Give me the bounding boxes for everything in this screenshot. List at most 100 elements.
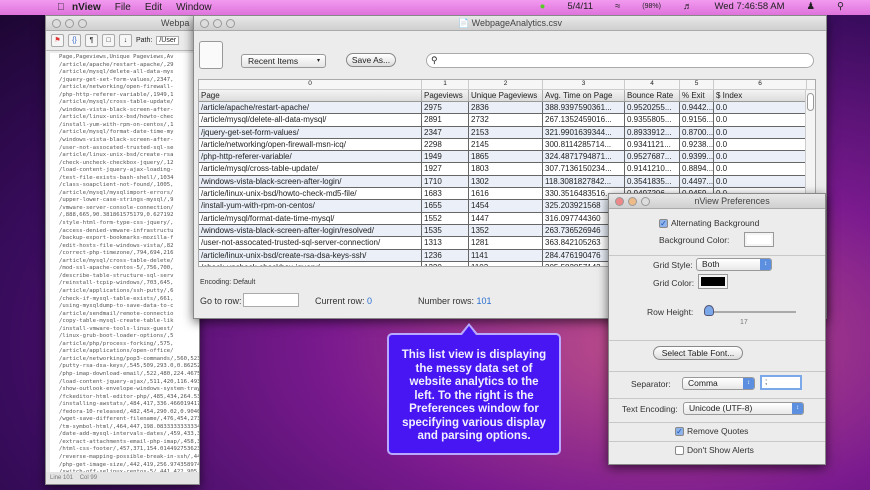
battery-indicator[interactable]: (98%) [642,3,661,10]
grid-color-well[interactable] [698,274,728,289]
date-display[interactable]: 5/4/11 [567,1,593,12]
separator-select[interactable]: Comma ↕ [682,377,755,390]
table-row[interactable]: /article/apache/restart-apache/2975 2836 3… [199,102,815,115]
menu-app[interactable]: nView [72,2,101,13]
text-line: /article/apache/restart-apache/,29 [59,61,174,68]
table-row[interactable]: /article/mysql/cross-table-update/1927 18… [199,163,815,176]
column-header[interactable]: Avg. Time on Page [543,90,625,101]
lock-icon[interactable]: □ [102,34,115,47]
current-row-label: Current row: [315,296,365,306]
column-header[interactable]: Pageviews [422,90,469,101]
alternating-background-checkbox[interactable]: ✓ Alternating Background [659,218,759,229]
background-color-well[interactable] [744,232,774,247]
table-cell: 0.3541835... [625,175,680,188]
table-cell: /install-yum-with-rpm-on-centos/ [199,200,422,212]
table-cell: 2891 [422,114,469,126]
select-table-font-button[interactable]: Select Table Font... [653,346,743,360]
column-header[interactable]: % Exit [680,90,714,101]
text-line: /article/mysql/format-date-time-my [59,129,174,136]
text-line: /install-vmware-tools-linux-guest/ [59,325,174,332]
close-button[interactable] [615,197,624,206]
path-field[interactable]: /User [156,36,180,45]
search-icon: ⚲ [431,55,438,65]
status-dot-icon[interactable]: ● [540,1,546,12]
user-icon[interactable]: ♟ [807,1,816,12]
zoom-button[interactable] [226,19,235,28]
text-line: /date-add-mysql-intervals-dates/,459,433… [59,431,199,438]
clock[interactable]: Wed 7:46:58 AM [714,1,784,12]
text-line: /load-content-jquery-ajax-loading- [59,167,174,174]
spotlight-icon[interactable]: ⚲ [837,1,844,12]
dont-show-alerts-checkbox[interactable]: Don't Show Alerts [675,445,754,456]
text-line: /access-denied-vmware-infrastructu [59,227,174,234]
column-header[interactable]: Unique Pageviews [469,90,543,101]
title-bar[interactable]: nView Preferences [609,194,825,209]
grid-style-select[interactable]: Both ↕ [696,258,772,271]
column-index-row: 0123456 [199,80,815,90]
volume-icon[interactable]: ♬ [683,1,693,12]
table-cell: 1710 [422,175,469,188]
table-cell: 0.8894... [682,163,714,175]
table-cell: 0.9527687... [625,151,680,163]
marker-icon[interactable]: ⚑ [51,34,64,47]
text-line: /show-outlook-envelope-windows-system-tr… [59,386,199,393]
slider-thumb[interactable] [704,305,714,316]
close-button[interactable] [52,19,61,28]
scroll-thumb[interactable] [807,93,814,111]
search-input[interactable]: ⚲ [426,53,814,68]
text-area[interactable]: Page,Pageviews,Unique Pageviews,Av/artic… [50,53,199,472]
braces-icon[interactable]: {} [68,34,81,47]
text-line: Page,Pageviews,Unique Pageviews,Av [59,54,174,60]
table-row[interactable]: /article/mysql/delete-all-data-mysql/289… [199,114,815,127]
text-line: /fckeditor-html-editor-php/,485,434,264.… [59,393,199,400]
text-line: /php-imap-download-email/,522,480,224.46… [59,370,199,377]
pi-icon[interactable]: ¶ [85,34,98,47]
text-line: /article/networking/pop3-commands/,560,5… [59,355,199,362]
text-line: /installing-awstats/,484,417,336.4660194… [59,401,199,408]
remove-quotes-checkbox[interactable]: ✓ Remove Quotes [675,426,748,437]
column-header[interactable]: $ Index [714,90,807,101]
row-height-slider[interactable] [706,311,796,313]
goto-row-label: Go to row: [200,296,242,306]
text-encoding-select[interactable]: Unicode (UTF-8) ↕ [683,402,804,415]
table-cell: 1865 [469,151,543,163]
table-cell: /article/mysql/format-date-time-mysql/ [199,212,422,224]
csv-file-icon[interactable] [199,41,223,69]
divider [609,398,825,399]
zoom-button[interactable] [641,197,650,206]
text-line: /mod-ssl-apache-centos-5/,756,700, [59,265,174,272]
text-encoding-label: Text Encoding: [622,404,678,414]
table-cell: 1927 [422,163,469,175]
recent-items-popup[interactable]: Recent Items ▾ [241,54,326,68]
title-bar[interactable]: Webpa [46,16,199,31]
minimize-button[interactable] [65,19,74,28]
apple-menu-icon[interactable]:  [57,2,65,13]
minimize-button[interactable] [628,197,637,206]
column-header[interactable]: Bounce Rate [625,90,680,101]
zoom-button[interactable] [78,19,87,28]
toolbar: ⚑ {} ¶ □ ↓ Path: /User [46,31,199,51]
save-as-button[interactable]: Save As... [346,53,396,67]
text-line: /upper-lower-case-strings-mysql/,9 [59,197,174,204]
separator-char-input[interactable]: ; [760,375,802,390]
table-cell: 0.9341121... [625,138,680,151]
wifi-icon[interactable]: ≈ [615,1,620,12]
table-cell: 324.4871794871... [543,151,625,163]
table-row[interactable]: /jquery-get-set-form-values/2347 2153 321.… [199,126,815,139]
menu-window[interactable]: Window [176,2,212,13]
title-bar[interactable]: 📄 WebpageAnalytics.csv [194,16,826,31]
table-row[interactable]: /php-http-referer-variable/1949 1865 324.4… [199,151,815,164]
sort-icon[interactable]: ↓ [119,34,132,47]
table-row[interactable]: /article/networking/open-firewall-msn-ic… [199,138,815,152]
table-row[interactable]: /windows-vista-black-screen-after-login/… [199,175,815,189]
column-header[interactable]: Page [199,90,422,101]
menu-edit[interactable]: Edit [145,2,162,13]
table-cell: 1803 [469,163,543,175]
goto-row-input[interactable] [243,293,299,307]
table-cell: 0.0 [714,126,807,138]
menu-file[interactable]: File [115,2,131,13]
header-row: Page Pageviews Unique Pageviews Avg. Time o… [199,90,815,102]
minimize-button[interactable] [213,19,222,28]
close-button[interactable] [200,19,209,28]
table-cell: 1552 [422,212,469,224]
